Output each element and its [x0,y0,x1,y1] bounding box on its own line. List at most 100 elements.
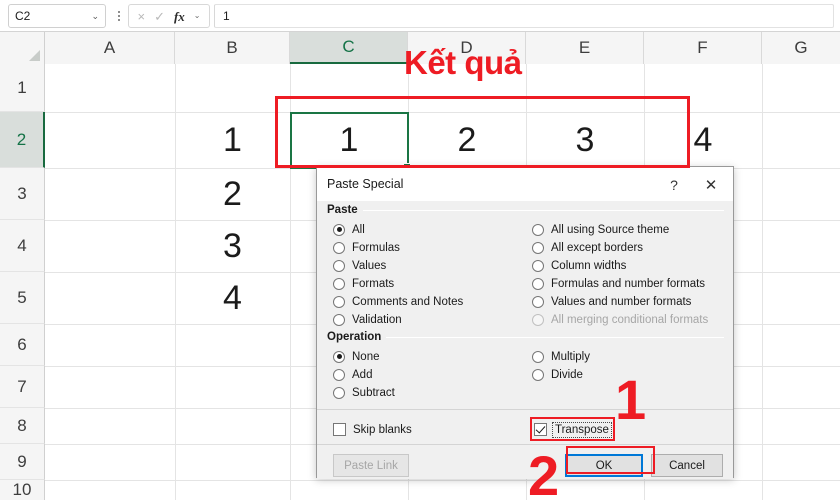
radio-label: Multiply [551,350,590,363]
ok-button[interactable]: OK [565,454,643,477]
radio-paste-formats[interactable]: Formats [333,275,394,292]
radio-paste-values[interactable]: Values [333,257,386,274]
radio-indicator [532,277,544,290]
radio-label: None [352,350,380,363]
column-header-c[interactable]: C [290,32,408,64]
radio-indicator [333,368,345,381]
radio-label: All except borders [551,241,644,254]
radio-label: Values and number formats [551,295,692,308]
radio-paste-all-except-borders[interactable]: All except borders [532,239,643,256]
cell-f2[interactable]: 4 [644,112,762,168]
radio-indicator [532,350,544,363]
radio-indicator [333,350,345,363]
name-box-value: C2 [15,9,31,23]
paste-group-divider [362,210,724,211]
radio-label: Formulas [352,241,400,254]
row-header-6[interactable]: 6 [0,324,45,366]
radio-paste-all-using-source-theme[interactable]: All using Source theme [532,221,669,238]
radio-paste-all[interactable]: All [333,221,365,238]
cell-b3[interactable]: 2 [175,168,290,220]
help-icon[interactable]: ? [663,175,685,195]
close-icon[interactable]: ✕ [699,175,723,195]
column-header-b[interactable]: B [175,32,290,64]
excel-window: C2 ⌄ × ✓ fx ⌄ 1 A B C D E F G 1 2 3 4 5 … [0,0,840,500]
dialog-title-bar: Paste Special ? ✕ [317,167,733,201]
radio-indicator [532,241,544,254]
row-header-8[interactable]: 8 [0,408,45,444]
radio-label: Subtract [352,386,395,399]
select-all-corner[interactable] [0,32,45,64]
radio-operation-multiply[interactable]: Multiply [532,348,590,365]
row-header-4[interactable]: 4 [0,220,45,272]
result-annotation-label: Kết quả [404,44,522,81]
radio-operation-subtract[interactable]: Subtract [333,384,395,401]
row-header-9[interactable]: 9 [0,444,45,480]
row-header-3[interactable]: 3 [0,168,45,220]
formula-actions: × ✓ fx ⌄ [128,4,210,28]
radio-paste-formulas[interactable]: Formulas [333,239,400,256]
column-header-e[interactable]: E [526,32,644,64]
checkbox-indicator [333,423,346,436]
checkbox-skip-blanks[interactable]: Skip blanks [333,421,412,438]
column-header-g[interactable]: G [762,32,840,64]
dialog-divider [317,444,733,445]
dialog-title: Paste Special [327,177,404,191]
checkbox-transpose[interactable]: Transpose [534,421,612,438]
cell-c2[interactable]: 1 [290,112,408,168]
cancel-button[interactable]: Cancel [651,454,723,477]
row-header-2[interactable]: 2 [0,112,45,168]
row-header-7[interactable]: 7 [0,366,45,408]
operation-group-label: Operation [327,331,387,343]
row-header-5[interactable]: 5 [0,272,45,324]
radio-indicator [532,295,544,308]
cell-b5[interactable]: 4 [175,272,290,324]
radio-paste-column-widths[interactable]: Column widths [532,257,626,274]
radio-paste-values-and-number-formats[interactable]: Values and number formats [532,293,691,310]
chevron-down-icon[interactable]: ⌄ [194,12,201,20]
radio-indicator [333,277,345,290]
radio-indicator [532,259,544,272]
column-header-f[interactable]: F [644,32,762,64]
radio-label: Add [352,368,373,381]
enter-formula-icon[interactable]: ✓ [154,10,165,23]
radio-indicator [333,241,345,254]
radio-paste-formulas-and-number-formats[interactable]: Formulas and number formats [532,275,705,292]
row-header-10[interactable]: 10 [0,480,45,500]
step-1-annotation: 1 [615,368,647,431]
radio-label: Formats [352,277,395,290]
cancel-formula-icon[interactable]: × [137,10,145,23]
cell-b2[interactable]: 1 [175,112,290,168]
insert-function-icon[interactable]: fx [174,10,185,23]
radio-indicator [333,295,345,308]
formula-input[interactable]: 1 [214,4,834,28]
paste-link-button: Paste Link [333,454,409,477]
more-options-icon[interactable] [114,8,124,24]
radio-paste-comments-and-notes[interactable]: Comments and Notes [333,293,463,310]
paste-group-label: Paste [327,204,363,216]
cell-e2[interactable]: 3 [526,112,644,168]
dialog-body: Paste All Formulas Values Formats Commen… [317,201,733,479]
name-box[interactable]: C2 ⌄ [8,4,106,28]
gridline-horizontal [45,480,840,481]
radio-label: Column widths [551,259,627,272]
radio-paste-validation[interactable]: Validation [333,311,402,328]
column-header-a[interactable]: A [45,32,175,64]
radio-label: All merging conditional formats [551,313,709,326]
radio-indicator [333,313,345,326]
radio-label: Values [352,259,387,272]
radio-label: Comments and Notes [352,295,464,308]
chevron-down-icon[interactable]: ⌄ [91,11,99,21]
radio-indicator [532,368,544,381]
radio-label: Validation [352,313,402,326]
cell-b4[interactable]: 3 [175,220,290,272]
radio-operation-divide[interactable]: Divide [532,366,583,383]
radio-operation-none[interactable]: None [333,348,380,365]
cell-d2[interactable]: 2 [408,112,526,168]
radio-indicator [532,313,544,326]
radio-label: All [352,223,365,236]
radio-operation-add[interactable]: Add [333,366,372,383]
row-header-1[interactable]: 1 [0,64,45,112]
radio-indicator [333,223,345,236]
radio-label: Divide [551,368,583,381]
paste-special-dialog: Paste Special ? ✕ Paste All Formulas Val… [316,166,734,479]
